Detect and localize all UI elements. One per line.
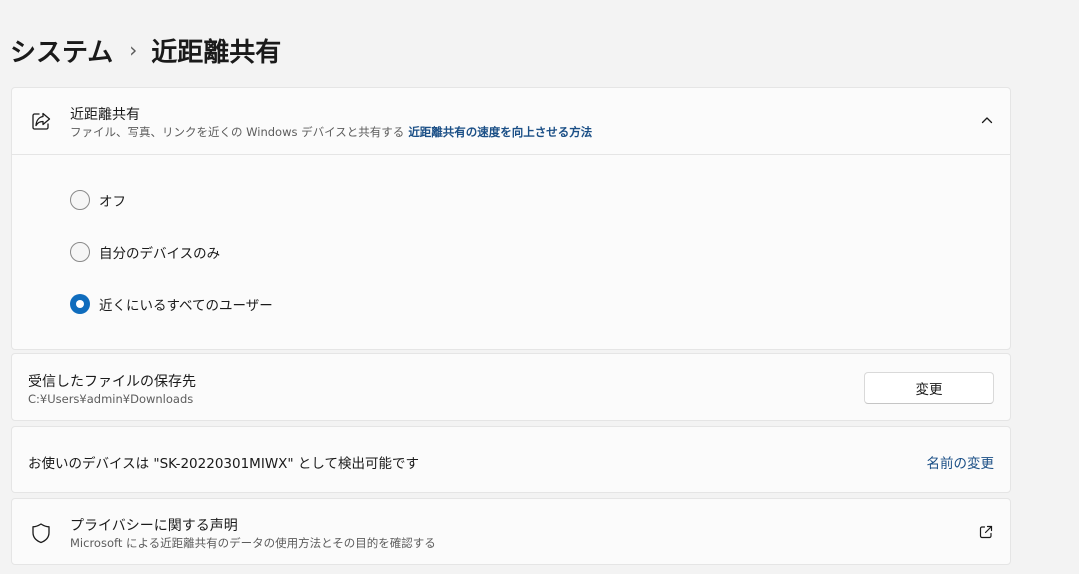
- page-title: 近距離共有: [151, 37, 282, 68]
- radio-everyone[interactable]: [70, 294, 90, 314]
- radio-off-label: オフ: [99, 194, 126, 210]
- device-name-card: お使いのデバイスは "SK-20220301MIWX" として検出可能です 名前…: [11, 426, 1011, 493]
- breadcrumb-system[interactable]: システム: [10, 32, 113, 69]
- privacy-subtitle: Microsoft による近距離共有のデータの使用方法とその目的を確認する: [70, 536, 436, 550]
- shield-icon: [32, 523, 50, 544]
- privacy-card[interactable]: プライバシーに関する声明 Microsoft による近距離共有のデータの使用方法…: [11, 498, 1011, 565]
- privacy-title: プライバシーに関する声明: [70, 518, 238, 534]
- radio-option-my-devices[interactable]: 自分のデバイスのみ: [70, 241, 220, 263]
- radio-option-off[interactable]: オフ: [70, 189, 126, 211]
- radio-my-devices-label: 自分のデバイスのみ: [99, 246, 221, 262]
- save-location-card: 受信したファイルの保存先 C:¥Users¥admin¥Downloads 変更: [11, 353, 1011, 421]
- save-location-path: C:¥Users¥admin¥Downloads: [28, 392, 194, 406]
- nearby-sharing-subtitle: ファイル、写真、リンクを近くの Windows デバイスと共有する 近距離共有の速…: [70, 124, 592, 140]
- save-location-title: 受信したファイルの保存先: [28, 374, 196, 390]
- nearby-sharing-title: 近距離共有: [70, 107, 140, 123]
- breadcrumb: システム › 近距離共有: [10, 28, 281, 72]
- chevron-up-icon[interactable]: [980, 113, 994, 127]
- rename-link[interactable]: 名前の変更: [927, 452, 995, 472]
- settings-page: システム › 近距離共有 近距離共有 ファイル、写真、リンクを近くの Windo…: [0, 0, 1079, 574]
- change-button[interactable]: 変更: [864, 372, 994, 404]
- nearby-sharing-description: ファイル、写真、リンクを近くの Windows デバイスと共有する: [70, 125, 405, 139]
- external-link-icon[interactable]: [978, 524, 994, 540]
- speed-help-link[interactable]: 近距離共有の速度を向上させる方法: [408, 125, 592, 139]
- discoverable-text: お使いのデバイスは "SK-20220301MIWX" として検出可能です: [28, 456, 420, 472]
- radio-my-devices[interactable]: [70, 242, 90, 262]
- share-icon: [32, 112, 51, 130]
- radio-option-everyone[interactable]: 近くにいるすべてのユーザー: [70, 293, 273, 315]
- breadcrumb-separator-icon: ›: [129, 38, 138, 62]
- nearby-sharing-card: 近距離共有 ファイル、写真、リンクを近くの Windows デバイスと共有する近…: [11, 87, 1011, 350]
- nearby-sharing-header[interactable]: 近距離共有 ファイル、写真、リンクを近くの Windows デバイスと共有する近…: [12, 88, 1010, 155]
- radio-everyone-label: 近くにいるすべてのユーザー: [99, 298, 273, 314]
- radio-off[interactable]: [70, 190, 90, 210]
